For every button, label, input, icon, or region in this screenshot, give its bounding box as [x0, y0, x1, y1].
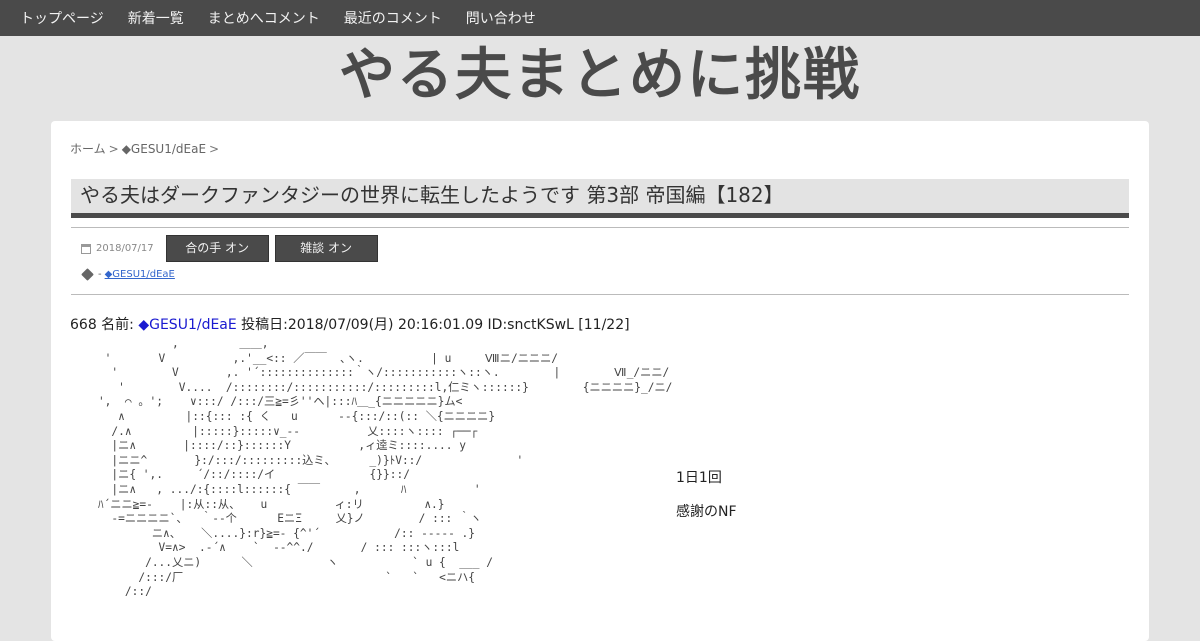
- breadcrumb: ホーム > ◆GESU1/dEaE >: [70, 140, 222, 157]
- post-meta: 2018/07/17 合の手 オン 雑談 オン: [81, 235, 384, 262]
- post-title: やる夫はダークファンタジーの世界に転生したようです 第3部 帝国編【182】: [80, 183, 784, 207]
- main-card: ホーム > ◆GESU1/dEaE > やる夫はダークファンタジーの世界に転生したよう…: [51, 121, 1149, 641]
- tag-link-author[interactable]: ◆GESU1/dEaE: [105, 269, 175, 280]
- tag-row: - ◆GESU1/dEaE: [81, 268, 175, 281]
- breadcrumb-author[interactable]: ◆GESU1/dEaE: [122, 142, 206, 156]
- nav-item-recent-comments[interactable]: 最近のコメント: [344, 8, 442, 28]
- tag-icon: [81, 268, 94, 281]
- ascii-art: , ＿＿, ' V ,.'__<:: ／￣￣ ､ヽ. | u Ⅷニ/ニニニ/ '…: [97, 337, 673, 599]
- res-header: 668 名前: ◆GESU1/dEaE 投稿日:2018/07/09(月) 20…: [70, 314, 630, 334]
- divider: [71, 227, 1129, 228]
- nav-item-new[interactable]: 新着一覧: [128, 8, 184, 28]
- res-author-name: ◆GESU1/dEaE: [138, 317, 237, 333]
- top-nav: トップページ 新着一覧 まとめへコメント 最近のコメント 問い合わせ: [0, 0, 1200, 36]
- nav-item-top[interactable]: トップページ: [20, 8, 104, 28]
- res-text-line: 感謝のNF: [676, 504, 737, 520]
- res-text-line: 1日1回: [676, 470, 722, 486]
- post-title-bar: やる夫はダークファンタジーの世界に転生したようです 第3部 帝国編【182】: [71, 179, 1129, 218]
- res-post-info: 投稿日:2018/07/09(月) 20:16:01.09 ID:snctKSw…: [236, 317, 630, 333]
- breadcrumb-separator: >: [209, 142, 220, 156]
- nav-item-contact[interactable]: 問い合わせ: [466, 8, 536, 28]
- calendar-icon: [81, 243, 91, 254]
- toggle-zatsudan-button[interactable]: 雑談 オン: [274, 235, 378, 262]
- nav-item-matome-comment[interactable]: まとめへコメント: [208, 8, 320, 28]
- breadcrumb-home[interactable]: ホーム: [70, 142, 106, 156]
- divider: [71, 294, 1129, 295]
- toggle-aite-button[interactable]: 合の手 オン: [165, 235, 269, 262]
- res-number: 668 名前:: [70, 317, 139, 333]
- breadcrumb-separator: >: [108, 142, 119, 156]
- post-date: 2018/07/17: [96, 243, 154, 254]
- site-title[interactable]: やる夫まとめに挑戦: [0, 36, 1200, 120]
- tag-dash: -: [98, 269, 102, 280]
